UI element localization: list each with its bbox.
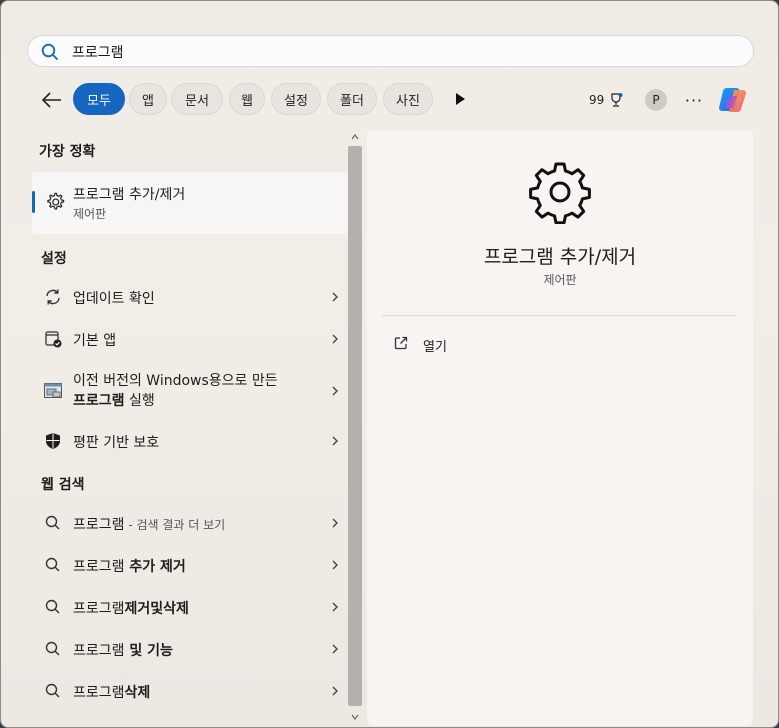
chevron-right-icon <box>332 436 338 446</box>
gear-icon <box>529 162 591 224</box>
settings-item-label: 업데이트 확인 <box>73 291 155 307</box>
filter-bar: 모두 앱 문서 웹 설정 폴더 사진 99 P ··· <box>1 83 778 117</box>
search-icon <box>45 557 60 572</box>
settings-item-label: 평판 기반 보호 <box>73 435 160 451</box>
chevron-right-icon <box>332 386 338 396</box>
compatibility-label-line1: 이전 버전의 Windows용으로 만든 <box>73 373 278 389</box>
settings-item-update-check[interactable]: 업데이트 확인 <box>32 278 348 316</box>
gear-icon <box>47 192 65 210</box>
points-value: 99 <box>589 93 605 107</box>
search-icon <box>45 683 60 698</box>
web-search-item[interactable]: 프로그램삭제 <box>32 672 348 710</box>
chevron-right-icon <box>332 518 338 528</box>
scrollbar-thumb[interactable] <box>348 146 362 706</box>
compatibility-label-rest: 실행 <box>124 393 155 409</box>
best-match-result[interactable]: 프로그램 추가/제거 제어판 <box>32 172 348 234</box>
filter-chip-web[interactable]: 웹 <box>229 83 265 115</box>
filter-chip-folders[interactable]: 폴더 <box>327 83 377 115</box>
search-icon <box>41 43 58 60</box>
compatibility-label-bold: 프로그램 <box>73 393 125 409</box>
web-search-suffix: - 검색 결과 더 보기 <box>124 518 226 532</box>
compatibility-icon <box>44 383 62 398</box>
preview-title: 프로그램 추가/제거 <box>483 246 637 268</box>
chevron-right-icon <box>332 602 338 612</box>
web-search-suggestion: 및 기능 <box>124 643 173 659</box>
web-search-label: 프로그램제거및삭제 <box>73 598 189 618</box>
trophy-icon <box>611 93 623 107</box>
avatar[interactable]: P <box>645 89 667 111</box>
filter-chip-photos[interactable]: 사진 <box>383 83 433 115</box>
section-title-settings: 설정 <box>41 251 67 267</box>
best-match-subtitle: 제어판 <box>73 207 107 221</box>
search-input[interactable] <box>72 40 732 64</box>
chevron-right-icon <box>332 292 338 302</box>
copilot-icon[interactable] <box>717 84 749 116</box>
filter-chip-apps[interactable]: 앱 <box>129 83 167 115</box>
web-search-label: 프로그램 - 검색 결과 더 보기 <box>73 514 225 534</box>
web-search-suggestion: 제거및삭제 <box>124 601 189 617</box>
settings-item-label: 기본 앱 <box>73 333 117 349</box>
compatibility-label-line2: 프로그램 실행 <box>73 391 278 411</box>
chevron-right-icon <box>332 334 338 344</box>
web-search-query: 프로그램 <box>73 559 125 575</box>
rewards-points[interactable]: 99 <box>589 91 624 109</box>
filter-chip-all[interactable]: 모두 <box>73 83 125 115</box>
scroll-down-icon[interactable] <box>350 712 360 722</box>
web-search-item[interactable]: 프로그램 및 기능 <box>32 630 348 668</box>
preview-subtitle: 제어판 <box>543 273 577 287</box>
filter-chip-documents[interactable]: 문서 <box>171 83 223 115</box>
web-search-label: 프로그램 및 기능 <box>73 640 173 660</box>
web-search-suggestion: 삭제 <box>124 685 151 701</box>
open-button-label: 열기 <box>423 340 447 355</box>
settings-item-reputation-protection[interactable]: 평판 기반 보호 <box>32 422 348 460</box>
shield-icon <box>46 433 60 449</box>
chevron-right-icon <box>332 560 338 570</box>
more-options-button[interactable]: ··· <box>683 89 705 111</box>
best-match-title: 프로그램 추가/제거 <box>73 187 186 203</box>
web-search-item[interactable]: 프로그램 - 검색 결과 더 보기 <box>32 504 348 542</box>
section-title-web-search: 웹 검색 <box>41 477 85 493</box>
search-window: 모두 앱 문서 웹 설정 폴더 사진 99 P ··· <box>0 0 779 728</box>
settings-item-default-apps[interactable]: 기본 앱 <box>32 320 348 358</box>
web-search-item[interactable]: 프로그램제거및삭제 <box>32 588 348 626</box>
web-search-query: 프로그램 <box>73 517 125 533</box>
back-arrow-icon[interactable] <box>39 88 65 112</box>
settings-item-label: 이전 버전의 Windows용으로 만든 프로그램 실행 <box>73 371 278 411</box>
web-search-label: 프로그램삭제 <box>73 682 150 702</box>
preview-pane: 프로그램 추가/제거 제어판 열기 <box>367 130 753 726</box>
web-search-query: 프로그램 <box>73 601 125 617</box>
refresh-icon <box>46 289 60 305</box>
divider <box>382 315 737 316</box>
search-icon <box>45 515 60 530</box>
chevron-right-icon <box>332 644 338 654</box>
open-button[interactable]: 열기 <box>389 332 509 356</box>
default-apps-icon <box>45 331 62 348</box>
web-search-query: 프로그램 <box>73 685 125 701</box>
play-icon[interactable] <box>453 92 467 106</box>
web-search-item[interactable]: 프로그램 추가 제거 <box>32 546 348 584</box>
results-scrollbar[interactable] <box>347 129 363 725</box>
chevron-right-icon <box>332 686 338 696</box>
results-list: 가장 정확 프로그램 추가/제거 제어판 설정 업데이트 확인 기본 앱 이전 … <box>27 129 349 725</box>
web-search-suggestion: 추가 제거 <box>124 559 186 575</box>
filter-chip-settings[interactable]: 설정 <box>271 83 321 115</box>
settings-item-compatibility[interactable]: 이전 버전의 Windows용으로 만든 프로그램 실행 <box>32 367 348 415</box>
web-search-label: 프로그램 추가 제거 <box>73 556 186 576</box>
open-external-icon <box>394 336 408 350</box>
search-icon <box>45 641 60 656</box>
section-title-best-match: 가장 정확 <box>39 144 96 160</box>
selection-indicator <box>32 191 35 213</box>
web-search-query: 프로그램 <box>73 643 125 659</box>
search-box[interactable] <box>27 35 754 67</box>
scroll-up-icon[interactable] <box>350 132 360 142</box>
search-icon <box>45 599 60 614</box>
